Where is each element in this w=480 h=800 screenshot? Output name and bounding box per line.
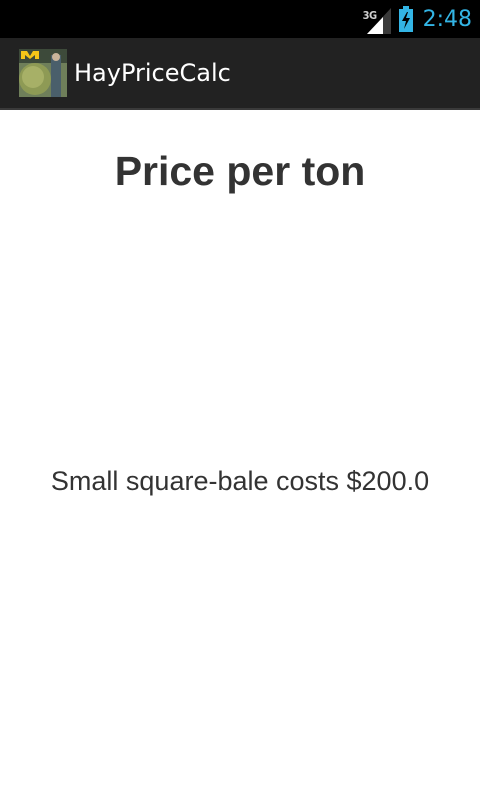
signal-bars-icon: [366, 8, 391, 34]
app-icon[interactable]: [19, 49, 67, 97]
battery-indicator: [398, 6, 413, 32]
page-heading: Price per ton: [114, 148, 366, 194]
main-content: Price per ton Small square-bale costs $2…: [0, 110, 480, 800]
hay-bale-icon: [19, 49, 67, 97]
app-title: HayPriceCalc: [74, 59, 231, 87]
status-bar: 3G 2:48: [0, 0, 480, 38]
status-clock: 2:48: [422, 6, 472, 32]
signal-indicator: 3G: [363, 4, 393, 34]
status-icons: 3G 2:48: [363, 0, 472, 38]
battery-charging-icon: [398, 6, 413, 32]
result-text: Small square-bale costs $200.0: [50, 466, 430, 496]
action-bar: HayPriceCalc: [0, 38, 480, 110]
